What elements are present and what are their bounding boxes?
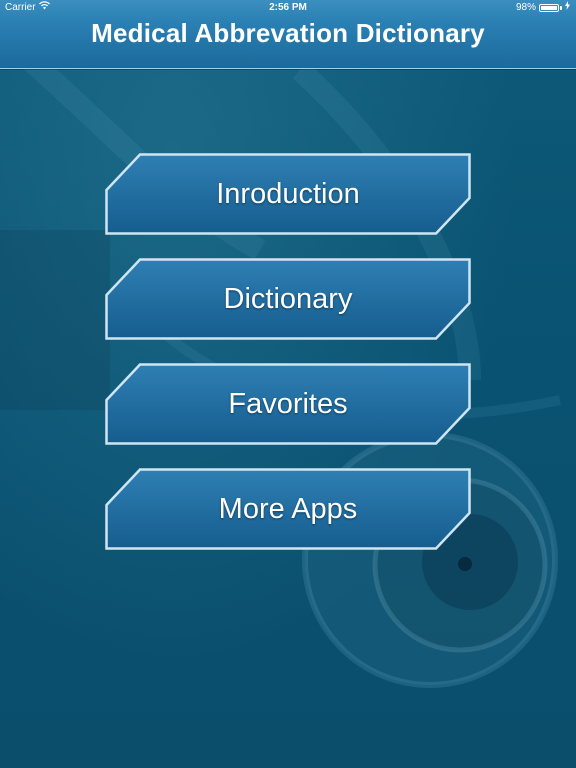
- status-time: 2:56 PM: [269, 2, 307, 13]
- page-title: Medical Abbrevation Dictionary: [91, 18, 485, 48]
- status-right: 98%: [516, 0, 570, 16]
- menu-item-label: Favorites: [228, 388, 348, 420]
- favorites-button[interactable]: Favorites: [105, 363, 471, 445]
- menu-item-label: Dictionary: [223, 283, 353, 315]
- battery-percent: 98%: [515, 2, 536, 13]
- charging-icon: [565, 0, 570, 16]
- menu-item-label: More Apps: [218, 493, 358, 525]
- introduction-button[interactable]: Inroduction: [105, 153, 471, 235]
- more-apps-button[interactable]: More Apps: [105, 468, 471, 550]
- battery-tip: [560, 6, 562, 10]
- dictionary-button[interactable]: Dictionary: [105, 258, 471, 340]
- status-bar: Carrier 2:56 PM 98%: [0, 0, 576, 16]
- battery-level: [541, 6, 557, 10]
- menu-item-label: Inroduction: [216, 178, 360, 210]
- battery-icon: [539, 4, 559, 12]
